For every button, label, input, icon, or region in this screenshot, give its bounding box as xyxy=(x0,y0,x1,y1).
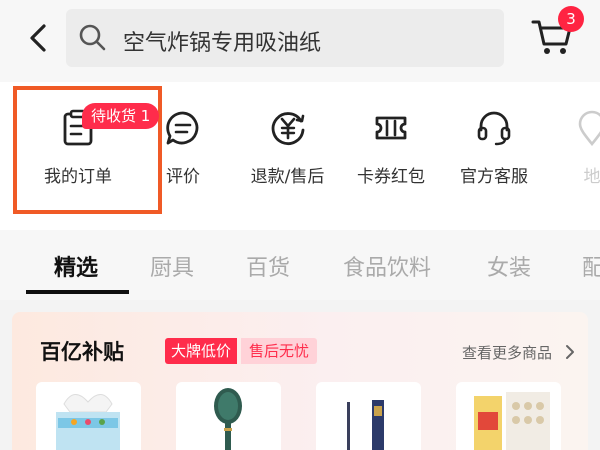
tab-accessories[interactable]: 配 xyxy=(582,250,600,282)
subsidy-tag-primary: 大牌低价 xyxy=(165,338,238,364)
tab-kitchenware[interactable]: 厨具 xyxy=(150,250,194,282)
shortcut-address[interactable]: 地 xyxy=(572,82,600,230)
coupon-ticket-icon xyxy=(375,116,407,140)
active-tab-indicator xyxy=(26,290,129,294)
location-icon xyxy=(578,110,600,147)
shortcut-refund[interactable]: 退款/售后 xyxy=(240,82,335,230)
product-navy-bottle[interactable] xyxy=(316,382,421,450)
subsidy-tag-secondary: 售后无忧 xyxy=(241,338,318,364)
tab-womens-clothing[interactable]: 女装 xyxy=(487,250,531,282)
tab-general-goods[interactable]: 百货 xyxy=(246,250,290,282)
product-image xyxy=(347,400,384,450)
top-bar: 空气炸锅专用吸油纸 3 xyxy=(0,0,600,82)
product-paper-towels[interactable] xyxy=(456,382,561,450)
shortcut-label: 官方客服 xyxy=(460,167,528,187)
search-bar[interactable]: 空气炸锅专用吸油纸 xyxy=(66,9,504,67)
tab-featured[interactable]: 精选 xyxy=(54,250,98,282)
product-image xyxy=(214,388,242,450)
headset-icon xyxy=(477,111,511,146)
shortcut-coupons[interactable]: 卡券红包 xyxy=(350,82,432,230)
chevron-right-icon[interactable] xyxy=(565,344,575,360)
shortcut-label: 卡券红包 xyxy=(357,167,425,187)
view-more-link[interactable]: 查看更多商品 xyxy=(462,342,552,363)
review-chat-icon xyxy=(166,111,199,145)
product-tissue-box[interactable] xyxy=(36,382,141,450)
cart-count-badge: 3 xyxy=(558,6,584,32)
search-icon xyxy=(79,24,106,51)
product-image xyxy=(474,392,550,450)
shortcut-label: 地 xyxy=(583,167,600,187)
shortcut-customer-service[interactable]: 官方客服 xyxy=(452,82,536,230)
search-query-text[interactable]: 空气炸锅专用吸油纸 xyxy=(123,25,321,57)
shortcut-label: 退款/售后 xyxy=(250,167,325,187)
subsidy-title: 百亿补贴 xyxy=(40,340,124,364)
back-arrow-icon[interactable] xyxy=(24,20,54,56)
product-image xyxy=(56,394,120,450)
product-hair-brush[interactable] xyxy=(176,382,281,450)
pending-receipt-badge: 待收货 1 xyxy=(82,103,160,129)
tab-food-drinks[interactable]: 食品饮料 xyxy=(343,250,431,282)
refund-yen-icon xyxy=(271,112,304,145)
